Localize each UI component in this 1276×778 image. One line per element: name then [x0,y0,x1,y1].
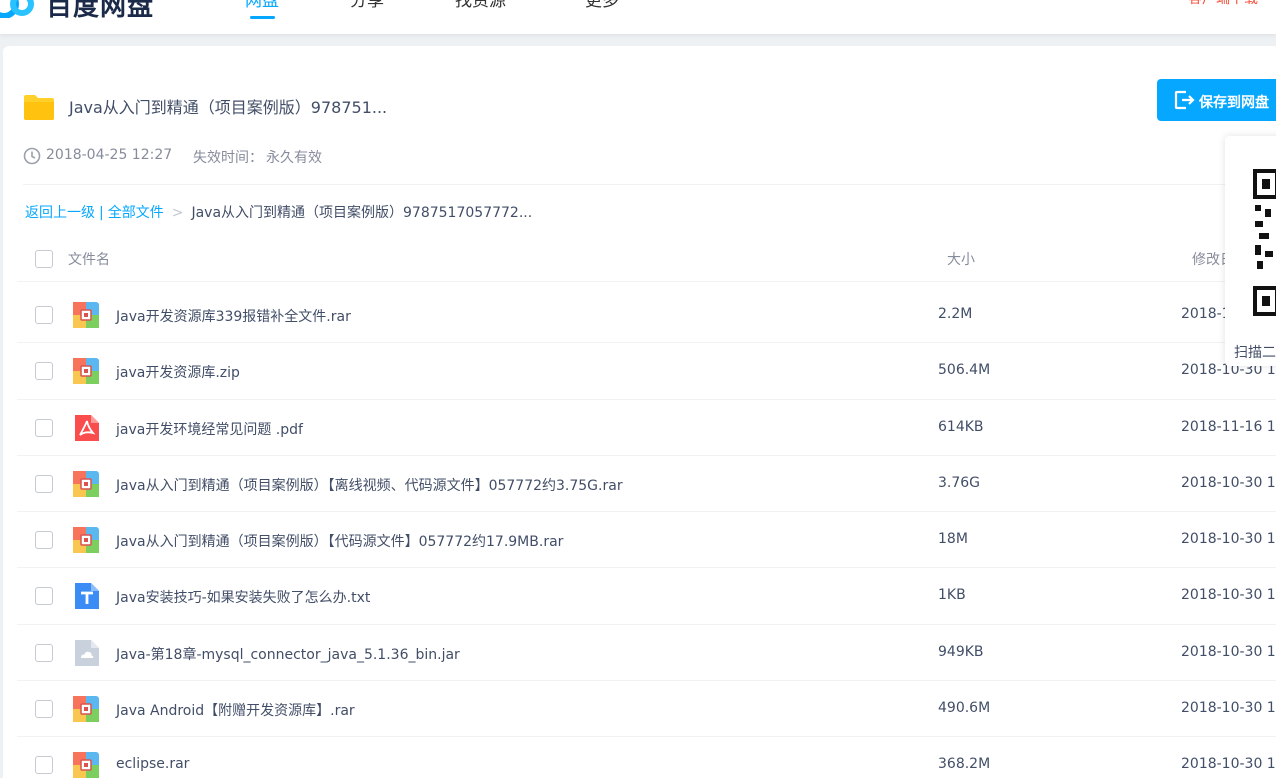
baidu-netdisk-logo-icon[interactable] [0,0,34,18]
file-name[interactable]: Java-第18章-mysql_connector_java_5.1.36_bi… [116,644,460,664]
file-row[interactable]: Java Android【附赠开发资源库】.rar 490.6M 2018-10… [17,681,1276,738]
qr-code-label: 扫描二维码 [1234,345,1276,361]
archive-icon [73,752,99,778]
save-icon [1174,90,1195,110]
share-date: 2018-04-25 12:27 [46,147,173,163]
file-date: 2018-10-30 13:22 [1181,474,1276,491]
archive-icon [73,696,99,723]
file-list: Java开发资源库339报错补全文件.rar 2.2M 2018-11-16 1… [17,287,1276,778]
file-name[interactable]: Java从入门到精通（项目案例版）【离线视频、代码源文件】057772约3.75… [116,475,623,495]
file-row[interactable]: java开发环境经常见问题 .pdf 614KB 2018-11-16 10:2… [17,400,1276,456]
file-row[interactable]: Java从入门到精通（项目案例版）【代码源文件】057772约17.9MB.ra… [17,512,1276,569]
qr-code-image [1253,169,1276,316]
file-row[interactable]: Java开发资源库339报错补全文件.rar 2.2M 2018-11-16 1… [17,287,1276,344]
breadcrumb: 返回上一级 | 全部文件 > Java从入门到精通（项目案例版）978751705777… [25,202,532,222]
file-row-checkbox[interactable] [35,531,53,550]
archive-icon [73,470,99,497]
breadcrumb-all-files-link[interactable]: 全部文件 [108,205,164,221]
file-size: 2.2M [938,306,973,322]
save-button-label: 保存到网盘 [1199,95,1269,111]
file-size: 3.76G [938,474,981,491]
expire-label: 失效时间： [193,150,263,166]
file-size: 490.6M [938,700,991,717]
file-date: 2018-10-30 13:22 [1181,756,1276,773]
file-row-checkbox[interactable] [35,643,53,662]
file-name[interactable]: java开发资源库.zip [116,362,240,382]
file-size: 1KB [938,587,966,604]
save-to-netdisk-button[interactable]: 保存到网盘 [1157,79,1276,121]
file-size: 18M [938,531,968,548]
archive-icon [73,302,99,328]
logo-text[interactable]: 百度网盘 [46,0,154,23]
archive-icon [73,358,99,385]
file-row-checkbox[interactable] [35,418,53,437]
file-date: 2018-10-30 13:22 [1181,531,1276,548]
file-date: 2018-11-16 10:22 [1181,418,1276,435]
nav-tab-share[interactable]: 分享 [350,0,384,11]
file-date: 2018-10-30 13:22 [1181,700,1276,717]
share-panel: Java从入门到精通（项目案例版）978751... 保存到网盘 2018-04… [3,46,1276,778]
column-header-name[interactable]: 文件名 [68,249,110,269]
file-row-checkbox[interactable] [35,362,53,381]
file-size: 368.2M [938,756,991,773]
file-row[interactable]: Java安装技巧-如果安装失败了怎么办.txt 1KB 2018-10-30 1… [17,568,1276,625]
file-name[interactable]: eclipse.rar [116,756,189,772]
breadcrumb-arrow: > [171,205,184,221]
qr-code-popup: 扫描二维码 [1225,136,1276,366]
expire-value: 永久有效 [266,150,322,166]
top-nav-bar: 百度网盘 网盘 分享 找资源 更多 客户端下载 [0,0,1276,34]
file-name[interactable]: Java开发资源库339报错补全文件.rar [116,306,351,326]
folder-icon [24,95,54,120]
file-row-checkbox[interactable] [35,587,53,606]
column-header-size[interactable]: 大小 [947,249,975,269]
file-row[interactable]: Java-第18章-mysql_connector_java_5.1.36_bi… [17,625,1276,682]
file-size: 949KB [938,643,984,660]
file-row-checkbox[interactable] [35,306,53,324]
file-size: 614KB [938,418,984,435]
file-name[interactable]: java开发环境经常见问题 .pdf [116,419,303,439]
nav-tab-more[interactable]: 更多 [585,0,619,11]
file-row-checkbox[interactable] [35,700,53,719]
breadcrumb-current: Java从入门到精通（项目案例版）9787517057772... [191,205,533,221]
file-row[interactable]: eclipse.rar 368.2M 2018-10-30 13:22 [17,737,1276,778]
file-name[interactable]: Java Android【附赠开发资源库】.rar [116,700,355,720]
file-date: 2018-10-30 13:22 [1181,643,1276,660]
select-all-checkbox[interactable] [35,250,53,268]
breadcrumb-back-link[interactable]: 返回上一级 [25,205,95,221]
file-row-checkbox[interactable] [35,474,53,493]
nav-active-indicator [250,16,275,19]
nav-tab-netdisk[interactable]: 网盘 [245,0,279,11]
file-table-header: 文件名 大小 修改日期 [17,236,1276,282]
file-row[interactable]: java开发资源库.zip 506.4M 2018-10-30 13:22 [17,343,1276,400]
client-download-link[interactable]: 客户端下载 [1188,0,1258,8]
file-name[interactable]: Java从入门到精通（项目案例版）【代码源文件】057772约17.9MB.ra… [116,531,563,551]
share-title: Java从入门到精通（项目案例版）978751... [69,98,388,117]
unknown-file-icon [75,639,99,666]
file-name[interactable]: Java安装技巧-如果安装失败了怎么办.txt [116,587,370,607]
nav-tab-find-resources[interactable]: 找资源 [455,0,506,11]
txt-icon [75,583,99,610]
file-row-checkbox[interactable] [35,756,53,775]
archive-icon [73,527,99,554]
file-size: 506.4M [938,362,991,379]
clock-icon [23,147,41,165]
pdf-icon [75,414,99,441]
file-row[interactable]: Java从入门到精通（项目案例版）【离线视频、代码源文件】057772约3.75… [17,456,1276,513]
file-date: 2018-10-30 13:22 [1181,587,1276,604]
divider [23,184,1273,185]
breadcrumb-separator: | [99,205,104,221]
